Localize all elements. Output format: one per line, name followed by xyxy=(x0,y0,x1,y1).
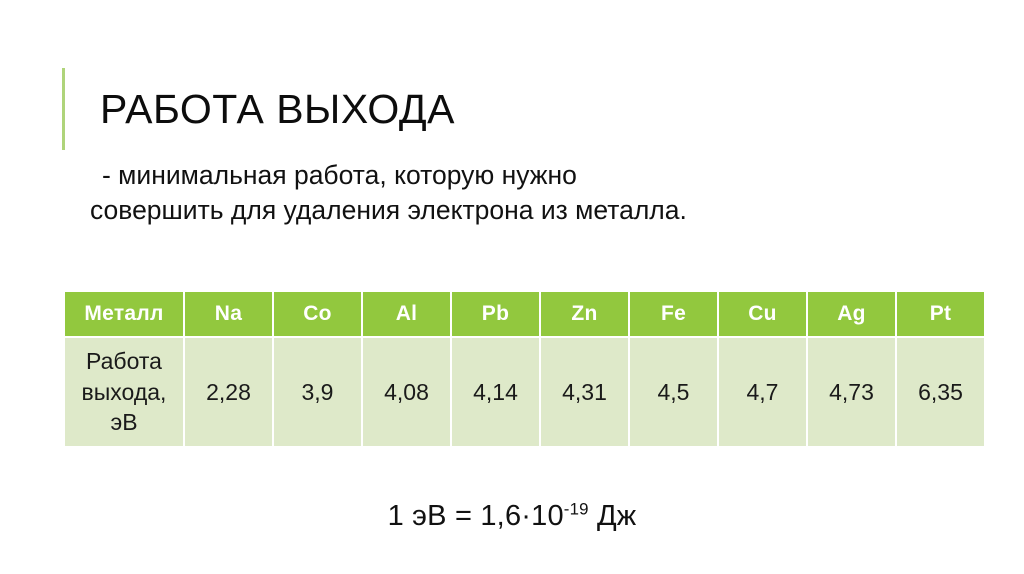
table-header-cell-ag: Ag xyxy=(808,292,895,336)
table-header-cell-pb: Pb xyxy=(452,292,539,336)
table-row: Работа выхода, эВ 2,28 3,9 4,08 4,14 4,3… xyxy=(65,338,984,446)
table-cell-fe: 4,5 xyxy=(630,338,717,446)
table-cell-al: 4,08 xyxy=(363,338,450,446)
table-header-cell-metal: Металл xyxy=(65,292,183,336)
table-cell-pt: 6,35 xyxy=(897,338,984,446)
table-cell-ag: 4,73 xyxy=(808,338,895,446)
table-cell-cu: 4,7 xyxy=(719,338,806,446)
table-row-label: Работа выхода, эВ xyxy=(65,338,183,446)
page-title: РАБОТА ВЫХОДА xyxy=(100,85,455,132)
title-accent-bar xyxy=(62,68,65,150)
row-label-line-2: выхода, xyxy=(81,378,167,405)
definition-line-2: совершить для удаления электрона из мета… xyxy=(90,194,687,225)
table-header-row: Металл Na Co Al Pb Zn Fe Cu Ag Pt xyxy=(65,292,984,336)
table-header-cell-na: Na xyxy=(185,292,272,336)
table-cell-pb: 4,14 xyxy=(452,338,539,446)
table-header-cell-fe: Fe xyxy=(630,292,717,336)
title-block: РАБОТА ВЫХОДА xyxy=(62,68,455,150)
table-cell-na: 2,28 xyxy=(185,338,272,446)
table-header-cell-pt: Pt xyxy=(897,292,984,336)
table-header-cell-co: Co xyxy=(274,292,361,336)
table-header-cell-al: Al xyxy=(363,292,450,336)
table-cell-co: 3,9 xyxy=(274,338,361,446)
table-header-cell-cu: Cu xyxy=(719,292,806,336)
formula-exponent: -19 xyxy=(563,499,589,519)
row-label-line-1: Работа xyxy=(86,348,162,375)
table-header-cell-zn: Zn xyxy=(541,292,628,336)
table-cell-zn: 4,31 xyxy=(541,338,628,446)
formula-base: 1 эВ = 1,6·10 xyxy=(387,500,564,532)
conversion-formula: 1 эВ = 1,6·10-19 Дж xyxy=(0,500,1024,533)
row-label-line-3: эВ xyxy=(110,409,138,436)
work-function-table: Металл Na Co Al Pb Zn Fe Cu Ag Pt Работа… xyxy=(63,290,986,448)
definition-text: - минимальная работа, которую нужно сове… xyxy=(90,158,940,228)
formula-unit: Дж xyxy=(588,500,637,532)
definition-line-1: - минимальная работа, которую нужно xyxy=(102,160,577,190)
